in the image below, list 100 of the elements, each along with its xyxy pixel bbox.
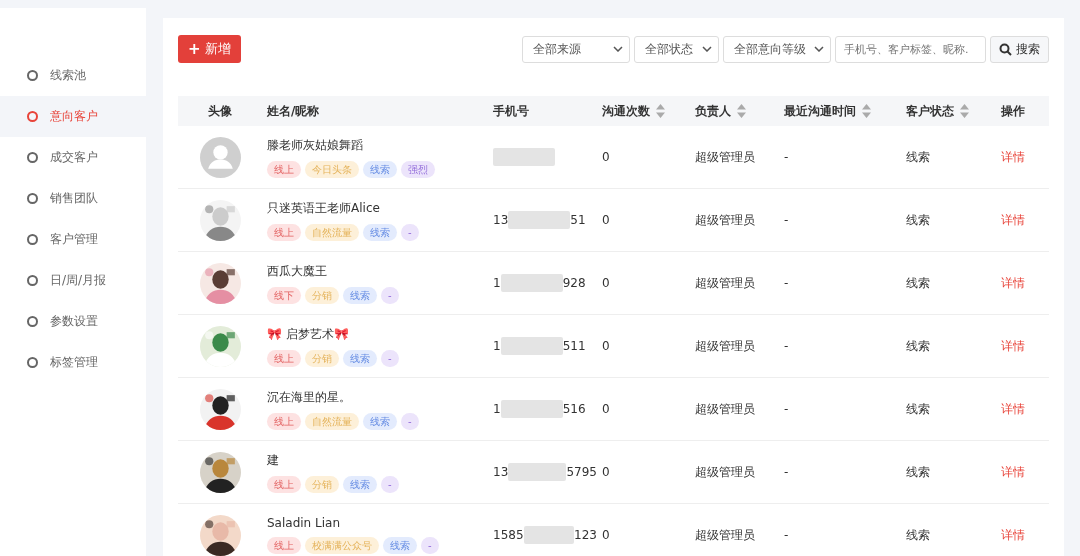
phone-number: 5795 xyxy=(566,465,597,479)
table-cell: - xyxy=(784,465,789,479)
phone-number: 13 xyxy=(493,465,509,479)
table-cell: - xyxy=(784,402,789,416)
filter-select[interactable]: 全部意向等级 xyxy=(723,35,831,63)
blurred-region xyxy=(493,148,555,166)
column-header: 头像 xyxy=(208,102,232,120)
sidebar-item[interactable]: 参数设置 xyxy=(0,301,146,342)
tag: - xyxy=(401,412,419,430)
chevron-down-icon xyxy=(702,46,712,52)
tag: 自然流量 xyxy=(305,412,359,430)
sort-icon[interactable] xyxy=(737,104,746,118)
filter-select[interactable]: 全部来源 xyxy=(522,35,630,63)
table-cell: - xyxy=(784,339,789,353)
table-cell: - xyxy=(784,213,789,227)
table-cell: 线索 xyxy=(906,400,930,418)
search-field[interactable]: 手机号、客户标签、昵称. xyxy=(835,35,986,63)
tag: 校满满公众号 xyxy=(305,537,379,554)
sidebar-item[interactable]: 意向客户 xyxy=(0,96,146,137)
tag: 线上 xyxy=(267,537,301,554)
sort-icon[interactable] xyxy=(656,104,665,118)
tag: - xyxy=(381,475,399,493)
filter-select[interactable]: 全部状态 xyxy=(634,35,719,63)
table-cell: 超级管理员 xyxy=(695,211,755,229)
blurred-region xyxy=(500,274,563,292)
sidebar-item[interactable]: 成交客户 xyxy=(0,137,146,178)
details-link[interactable]: 详情 xyxy=(1001,400,1025,418)
tag: - xyxy=(401,223,419,241)
table-cell: 0 xyxy=(602,150,610,164)
tag: 线上 xyxy=(267,475,301,493)
blurred-region xyxy=(523,526,575,544)
sidebar-item[interactable]: 线索池 xyxy=(0,55,146,96)
details-link[interactable]: 详情 xyxy=(1001,148,1025,166)
details-link[interactable]: 详情 xyxy=(1001,211,1025,229)
tag: 线上 xyxy=(267,349,301,367)
tag: 线索 xyxy=(343,475,377,493)
tag: 线索 xyxy=(343,349,377,367)
sidebar-item[interactable]: 标签管理 xyxy=(0,342,146,383)
chevron-down-icon xyxy=(814,46,824,52)
tag: 线索 xyxy=(363,412,397,430)
tag: 自然流量 xyxy=(305,223,359,241)
table-cell: 线索 xyxy=(906,211,930,229)
tag: 线上 xyxy=(267,160,301,178)
column-header: 最近沟通时间 xyxy=(784,102,856,120)
search-button[interactable]: 搜索 xyxy=(990,35,1049,63)
details-link[interactable]: 详情 xyxy=(1001,337,1025,355)
tag: 线索 xyxy=(363,160,397,178)
sidebar-item[interactable]: 日/周/月报 xyxy=(0,260,146,301)
search-icon xyxy=(999,42,1012,56)
tag: 强烈 xyxy=(401,160,435,178)
add-button[interactable]: + 新增 xyxy=(178,35,241,63)
tag: - xyxy=(421,537,439,554)
blurred-region xyxy=(500,400,563,418)
phone-number: 1585 xyxy=(493,528,524,542)
column-header: 负责人 xyxy=(695,102,731,120)
details-link[interactable]: 详情 xyxy=(1001,463,1025,481)
table-cell: 超级管理员 xyxy=(695,274,755,292)
table-cell: 超级管理员 xyxy=(695,526,755,544)
details-link[interactable]: 详情 xyxy=(1001,526,1025,544)
phone-number: 13 xyxy=(493,213,509,227)
phone-number: 516 xyxy=(562,402,586,416)
customer-name: 只迷英语王老师Alice xyxy=(267,199,380,217)
table-cell: 超级管理员 xyxy=(695,148,755,166)
table-cell: 线索 xyxy=(906,274,930,292)
column-header: 姓名/昵称 xyxy=(267,102,320,120)
table-cell: 0 xyxy=(602,276,610,290)
table-cell: 0 xyxy=(602,528,610,542)
column-header: 手机号 xyxy=(493,102,529,120)
tag: 分销 xyxy=(305,286,339,304)
column-header: 沟通次数 xyxy=(602,102,650,120)
table-cell: 超级管理员 xyxy=(695,337,755,355)
tag: - xyxy=(381,286,399,304)
table-cell: 0 xyxy=(602,402,610,416)
table-cell: 超级管理员 xyxy=(695,463,755,481)
blurred-region xyxy=(508,211,571,229)
column-header: 客户状态 xyxy=(906,102,954,120)
column-header: 操作 xyxy=(1001,102,1025,120)
table-cell: 线索 xyxy=(906,526,930,544)
table-cell: - xyxy=(784,528,789,542)
sort-icon[interactable] xyxy=(862,104,871,118)
table-cell: 线索 xyxy=(906,463,930,481)
tag: 线上 xyxy=(267,223,301,241)
customer-name: 🎀 启梦艺术🎀 xyxy=(267,325,349,343)
table-cell: 0 xyxy=(602,465,610,479)
table-cell: 0 xyxy=(602,339,610,353)
table-cell: 线索 xyxy=(906,148,930,166)
blurred-region xyxy=(508,463,567,481)
sort-icon[interactable] xyxy=(960,104,969,118)
tag: 分销 xyxy=(305,349,339,367)
table-cell: 0 xyxy=(602,213,610,227)
phone-number: 1 xyxy=(493,402,501,416)
tag: - xyxy=(381,349,399,367)
phone-number: 123 xyxy=(574,528,597,542)
customer-name: 西瓜大魔王 xyxy=(267,262,327,280)
sidebar-item[interactable]: 客户管理 xyxy=(0,219,146,260)
chevron-down-icon xyxy=(613,46,623,52)
sidebar-item[interactable]: 销售团队 xyxy=(0,178,146,219)
details-link[interactable]: 详情 xyxy=(1001,274,1025,292)
tag: 线下 xyxy=(267,286,301,304)
table-cell: 超级管理员 xyxy=(695,400,755,418)
